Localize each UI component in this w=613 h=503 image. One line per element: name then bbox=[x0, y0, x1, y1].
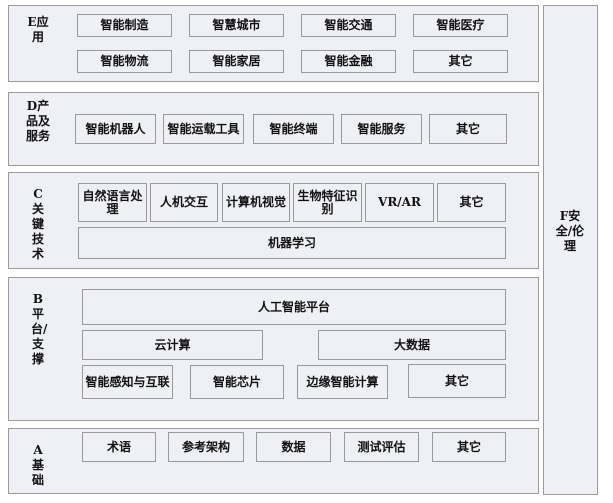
box: 参考架构 bbox=[168, 432, 244, 462]
box: 术语 bbox=[82, 432, 156, 462]
box: 智能服务 bbox=[341, 114, 422, 144]
box: 机器学习 bbox=[78, 227, 506, 259]
box: 计算机视觉 bbox=[222, 183, 290, 222]
box: 其它 bbox=[413, 50, 508, 73]
box: 智能交通 bbox=[301, 14, 396, 37]
box: 自然语言处理 bbox=[78, 183, 147, 222]
box: 智能家居 bbox=[189, 50, 284, 73]
box: 智能医疗 bbox=[413, 14, 508, 37]
box: 智能芯片 bbox=[190, 365, 284, 399]
box: 智能金融 bbox=[301, 50, 396, 73]
box: 生物特征识别 bbox=[293, 183, 362, 222]
box: 大数据 bbox=[318, 330, 506, 360]
box: 智能物流 bbox=[77, 50, 172, 73]
box: 智能运载工具 bbox=[163, 114, 244, 144]
box: 其它 bbox=[437, 183, 506, 222]
layer-a-label: A基础 bbox=[31, 443, 44, 487]
layer-d-label: D产品及服务 bbox=[25, 99, 50, 143]
box: 云计算 bbox=[82, 330, 263, 360]
layer-f-label: F安全/伦理 bbox=[555, 209, 585, 253]
box: 人工智能平台 bbox=[82, 289, 506, 325]
box: 智能终端 bbox=[253, 114, 334, 144]
box: VR/AR bbox=[365, 183, 434, 222]
box: 边缘智能计算 bbox=[297, 365, 388, 399]
box: 智能制造 bbox=[77, 14, 172, 37]
box: 测试评估 bbox=[344, 432, 419, 462]
box: 人机交互 bbox=[150, 183, 218, 222]
box: 其它 bbox=[429, 114, 507, 144]
layer-e-label: E应用 bbox=[27, 15, 49, 44]
box: 智能感知与互联 bbox=[82, 365, 173, 399]
layer-b-label: B平台/支撑 bbox=[31, 292, 48, 366]
layer-c-label: C关键技术 bbox=[31, 187, 44, 261]
box: 智慧城市 bbox=[189, 14, 284, 37]
box: 智能机器人 bbox=[75, 114, 156, 144]
box: 数据 bbox=[256, 432, 331, 462]
box: 其它 bbox=[408, 364, 506, 398]
layer-f-security-ethics: F安全/伦理 bbox=[543, 5, 598, 495]
box: 其它 bbox=[432, 432, 506, 462]
